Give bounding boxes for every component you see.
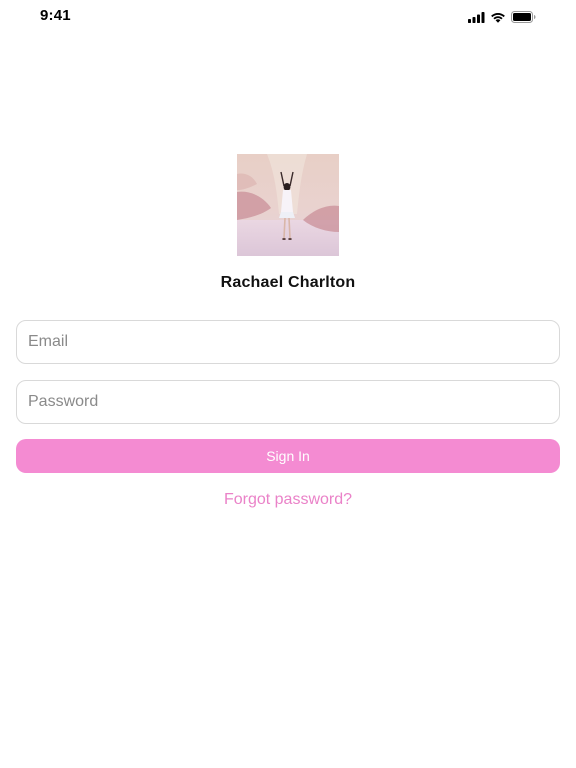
wifi-icon [490, 10, 506, 28]
battery-icon [511, 10, 536, 28]
login-screen: 9:41 Rachael Charlton Email Sign In Forg… [0, 0, 576, 768]
user-name: Rachael Charlton [220, 274, 356, 291]
profile-photo [237, 154, 339, 256]
password-field-container [16, 380, 560, 424]
email-field[interactable] [17, 321, 559, 363]
password-field[interactable] [17, 381, 559, 423]
forgot-password-link[interactable]: Forgot password? [0, 491, 576, 509]
status-time: 9:41 [40, 7, 71, 24]
status-icons [468, 10, 536, 28]
sign-in-button[interactable]: Sign In [16, 439, 560, 473]
email-field-container [16, 320, 560, 364]
cellular-signal-icon [468, 10, 485, 28]
status-bar: 9:41 [0, 0, 576, 34]
